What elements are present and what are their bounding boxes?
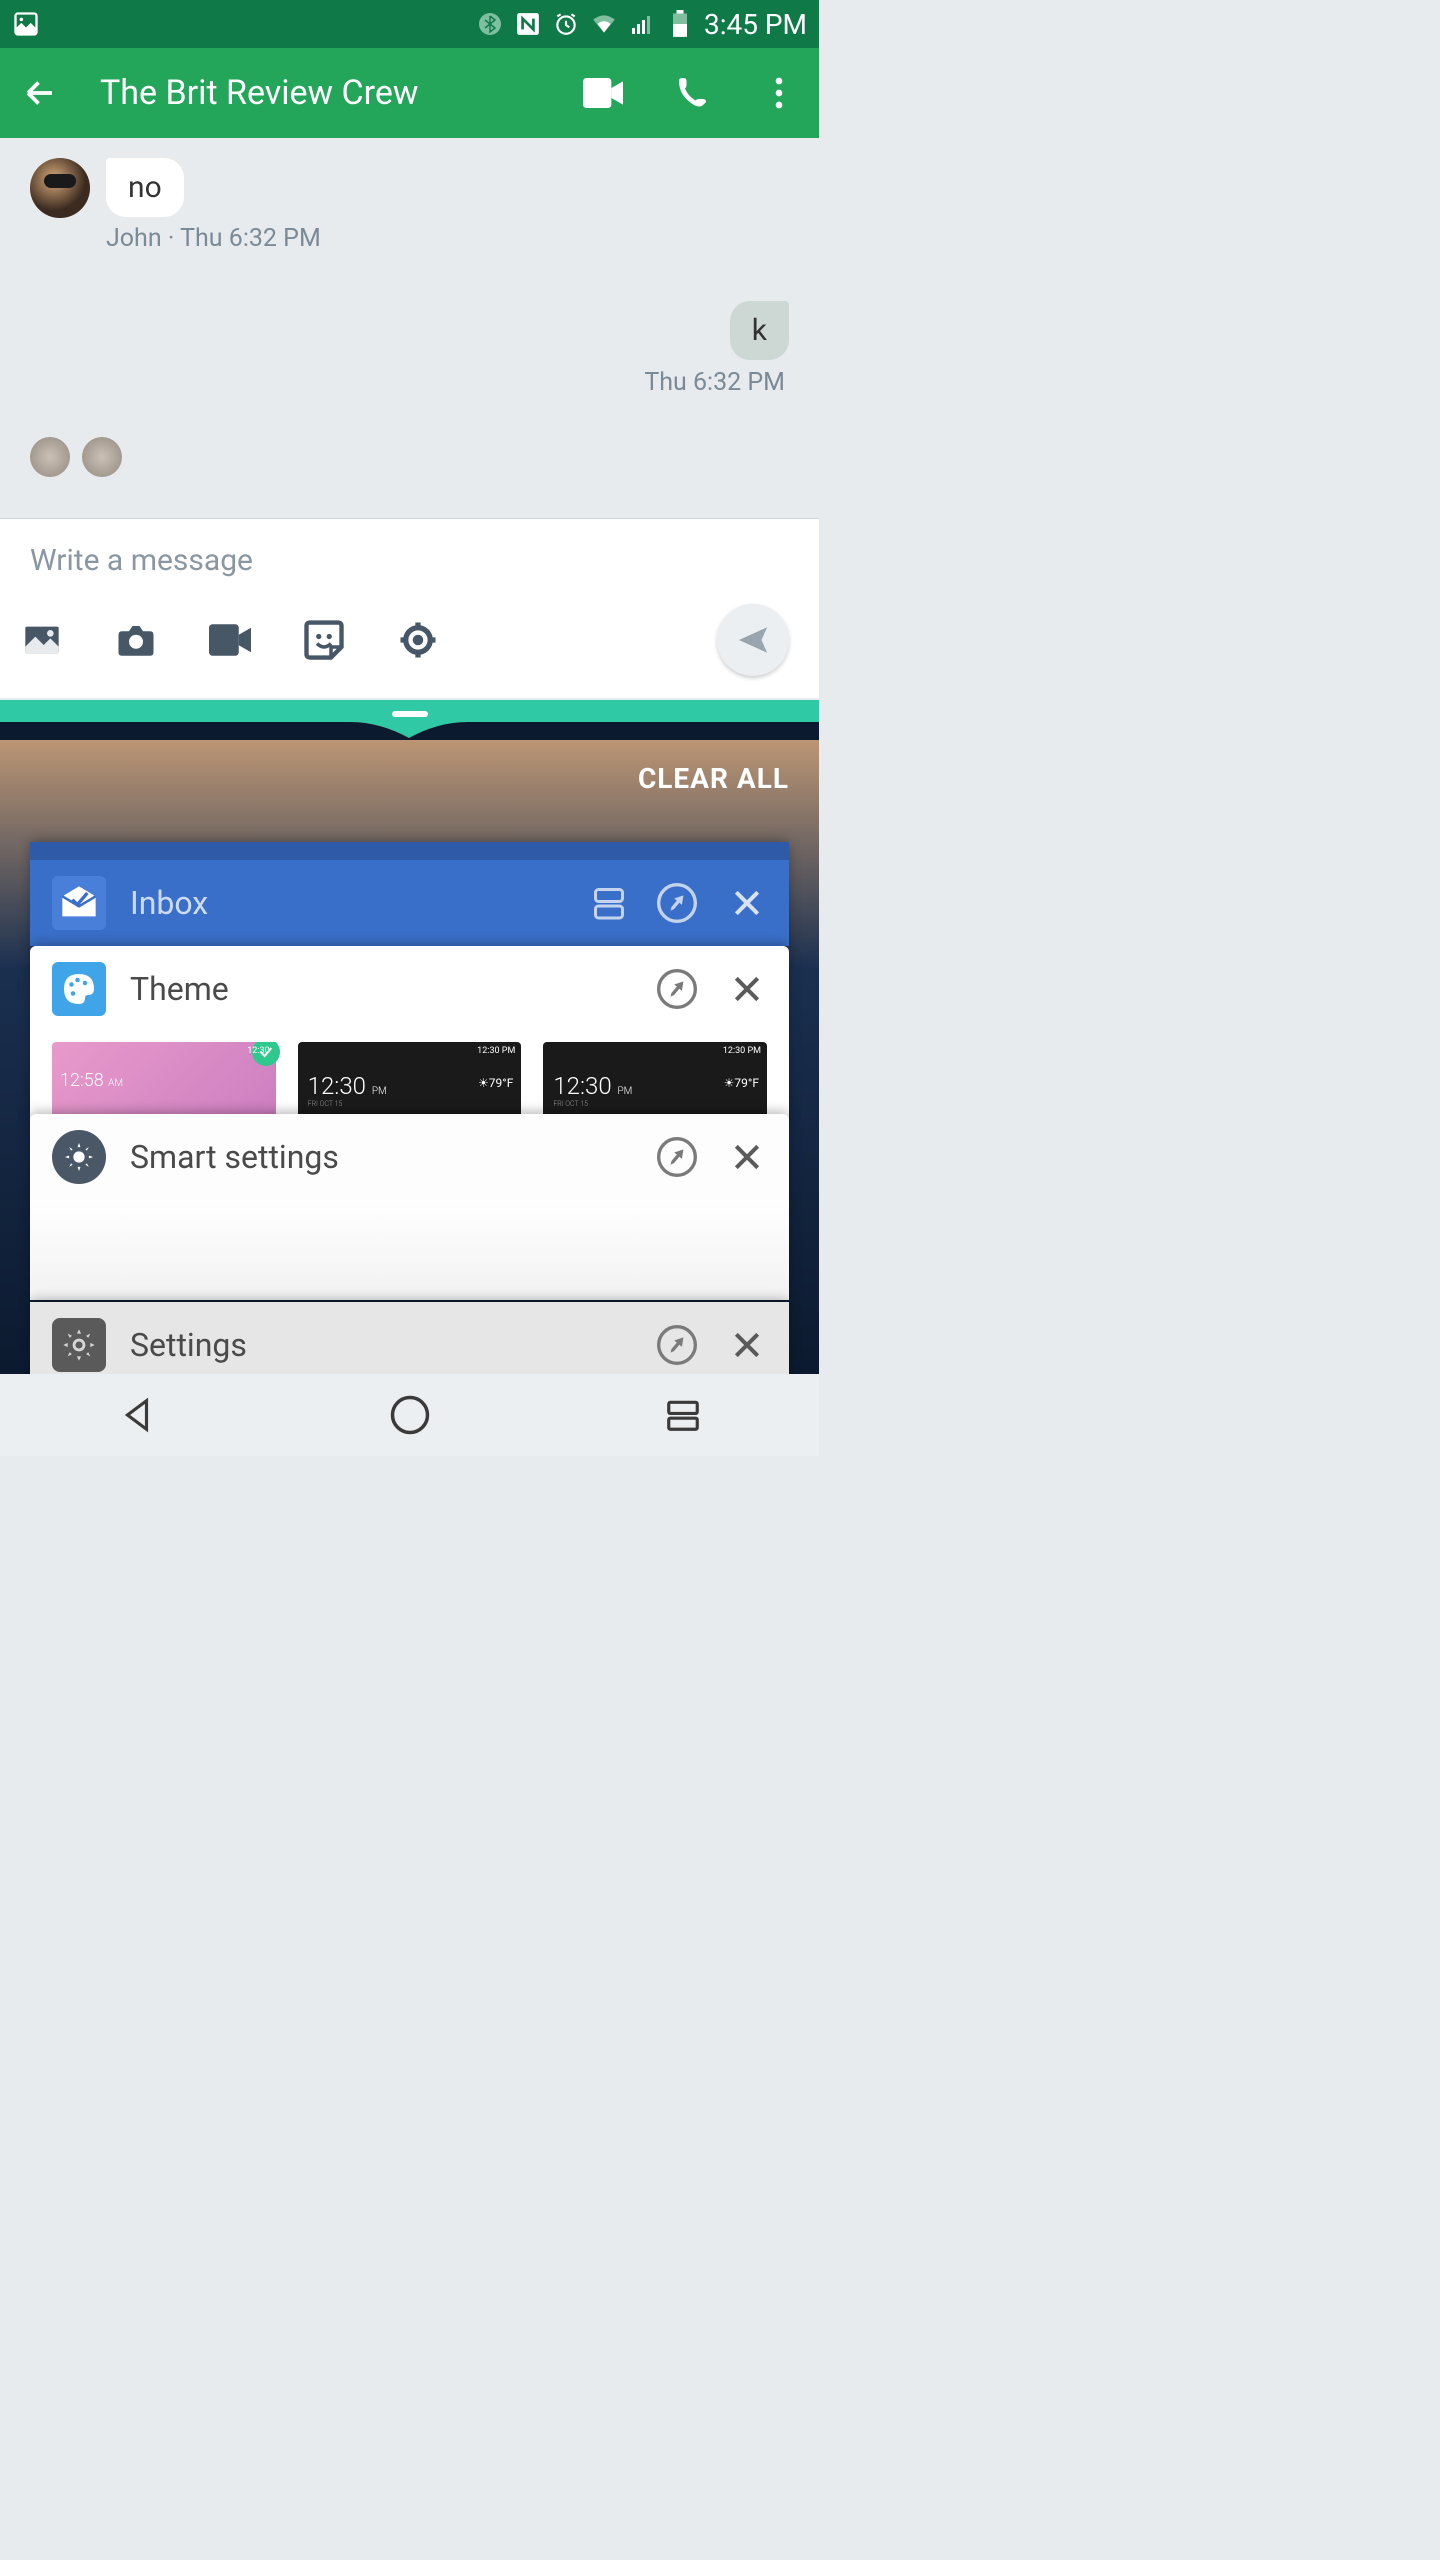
gallery-icon[interactable] — [20, 618, 64, 662]
pin-icon[interactable] — [657, 969, 697, 1009]
nav-back-icon[interactable] — [107, 1385, 167, 1445]
status-bar: 3:45 PM — [0, 0, 819, 48]
pin-icon[interactable] — [657, 883, 697, 923]
close-icon[interactable] — [727, 1325, 767, 1365]
pin-icon[interactable] — [657, 1325, 697, 1365]
recent-card-inbox[interactable]: Inbox — [30, 842, 789, 946]
pin-icon[interactable] — [657, 1137, 697, 1177]
avatar[interactable] — [30, 158, 90, 218]
message-bubble[interactable]: k — [730, 301, 789, 360]
phone-call-icon[interactable] — [671, 73, 711, 113]
seen-avatar[interactable] — [82, 437, 122, 477]
clear-all-button[interactable]: CLEAR ALL — [638, 762, 789, 795]
message-bubble[interactable]: no — [106, 158, 184, 217]
sticker-icon[interactable] — [302, 618, 346, 662]
split-screen-icon[interactable] — [591, 885, 627, 921]
screenshot-icon — [12, 10, 40, 38]
chat-title: The Brit Review Crew — [100, 73, 583, 113]
bluetooth-icon — [476, 10, 504, 38]
status-time: 3:45 PM — [704, 8, 807, 41]
theme-previews: 12:30 12:58 AM 12:30 PM 12:30 PMFRI OCT … — [30, 1042, 789, 1122]
smart-settings-app-icon — [52, 1130, 106, 1184]
video-icon[interactable] — [208, 618, 252, 662]
recent-card-title: Inbox — [130, 884, 567, 922]
message-meta: John · Thu 6:32 PM — [106, 224, 789, 253]
recent-card-title: Theme — [130, 970, 633, 1008]
close-icon[interactable] — [727, 883, 767, 923]
recent-card-theme[interactable]: Theme 12:30 12:58 AM — [30, 946, 789, 1122]
inbox-app-icon — [52, 876, 106, 930]
close-icon[interactable] — [727, 969, 767, 1009]
close-icon[interactable] — [727, 1137, 767, 1177]
back-arrow-icon[interactable] — [20, 73, 60, 113]
nav-home-icon[interactable] — [380, 1385, 440, 1445]
theme-thumb[interactable]: 12:30 PM 12:30 PMFRI OCT 15 ☀79°F — [298, 1042, 522, 1122]
seen-by-row — [30, 437, 789, 477]
camera-icon[interactable] — [114, 618, 158, 662]
recent-apps-overlay[interactable]: CLEAR ALL Inbox — [0, 700, 819, 1374]
wifi-icon — [590, 10, 618, 38]
drawer-handle-icon[interactable] — [392, 711, 428, 717]
battery-icon — [666, 10, 694, 38]
recent-card-title: Smart settings — [130, 1138, 633, 1176]
message-meta: Thu 6:32 PM — [30, 368, 785, 397]
recent-card-smart-settings[interactable]: Smart settings — [30, 1114, 789, 1300]
nav-recent-icon[interactable] — [653, 1385, 713, 1445]
message-input[interactable]: Write a message — [0, 519, 819, 596]
seen-avatar[interactable] — [30, 437, 70, 477]
theme-thumb[interactable]: 12:30 12:58 AM — [52, 1042, 276, 1122]
compose-toolbar — [0, 596, 819, 698]
compose-area: Write a message — [0, 518, 819, 698]
message-incoming: no — [30, 158, 789, 218]
message-outgoing: k — [30, 301, 789, 360]
theme-app-icon — [52, 962, 106, 1016]
navigation-bar — [0, 1374, 819, 1456]
location-icon[interactable] — [396, 618, 440, 662]
video-call-icon[interactable] — [583, 73, 623, 113]
nfc-icon — [514, 10, 542, 38]
app-bar: The Brit Review Crew — [0, 48, 819, 138]
alarm-icon — [552, 10, 580, 38]
signal-icon — [628, 10, 656, 38]
more-menu-icon[interactable] — [759, 73, 799, 113]
send-button[interactable] — [717, 604, 789, 676]
chat-area[interactable]: no John · Thu 6:32 PM k Thu 6:32 PM — [0, 138, 819, 518]
settings-app-icon — [52, 1318, 106, 1372]
theme-thumb[interactable]: 12:30 PM 12:30 PMFRI OCT 15 ☀79°F — [543, 1042, 767, 1122]
recent-card-title: Settings — [130, 1326, 633, 1364]
